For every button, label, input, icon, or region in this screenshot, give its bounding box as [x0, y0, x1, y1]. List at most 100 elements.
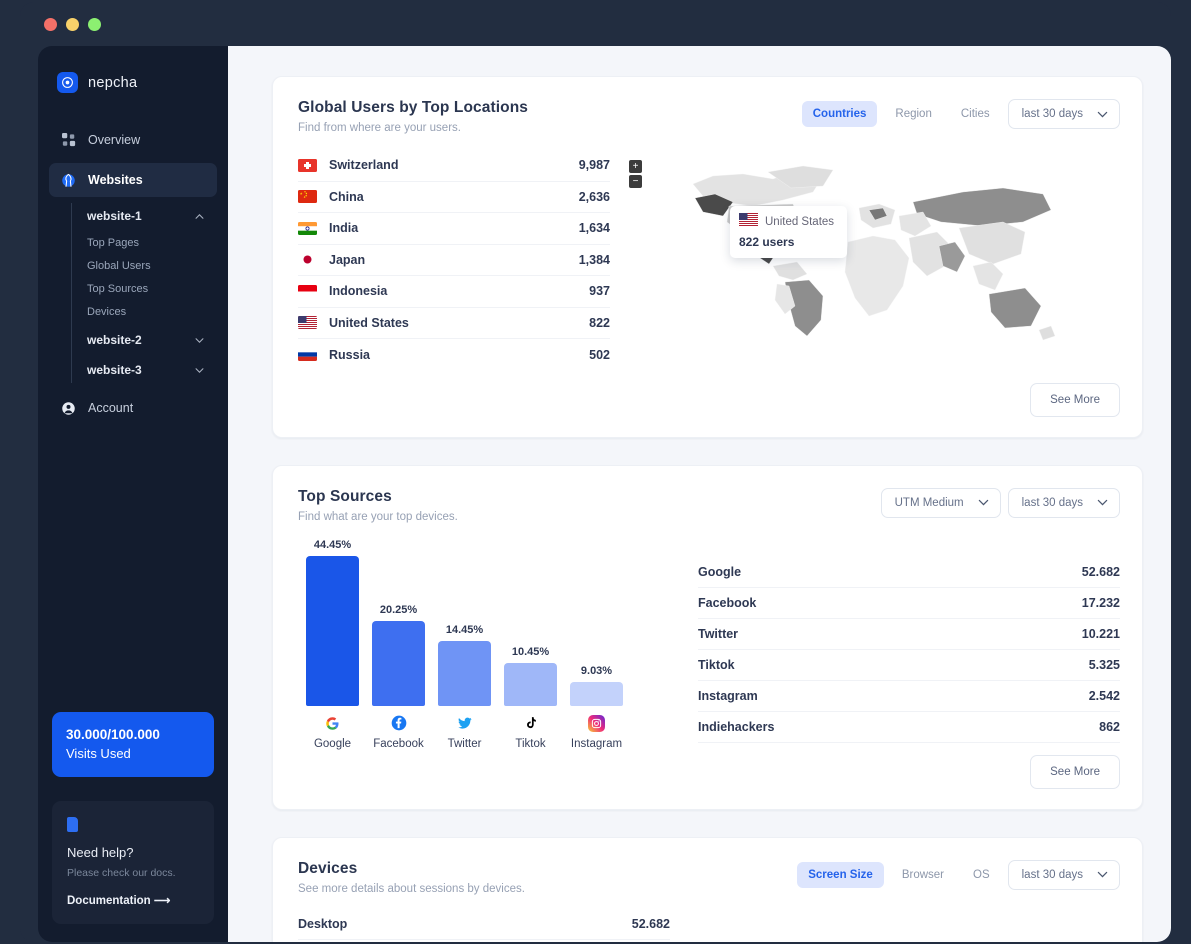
top-sources-header: Top Sources Find what are your top devic… [298, 487, 1120, 523]
utm-medium-select[interactable]: UTM Medium [880, 487, 1001, 518]
map-tooltip-users: 822 users [739, 235, 795, 249]
desktop-background: nepcha Overview Websites website-1 Top P… [0, 0, 1191, 944]
sidebar-site-website-1[interactable]: website-1 [72, 203, 217, 229]
devices-controls: Screen Size Browser OS last 30 days [797, 859, 1120, 890]
sidebar-site-website-2-label: website-2 [87, 333, 142, 347]
sources-see-more-button[interactable]: See More [1030, 754, 1120, 789]
table-row[interactable]: Tiktok 5.325 [698, 650, 1120, 681]
chevron-down-icon [1097, 111, 1108, 117]
bar-column-twitter[interactable]: 14.45% [438, 539, 491, 706]
top-sources-titles: Top Sources Find what are your top devic… [298, 488, 458, 523]
table-row[interactable]: Indonesia 937 [298, 276, 610, 308]
chevron-down-icon [1097, 499, 1108, 506]
source-value: 52.682 [1081, 564, 1120, 579]
bar-label: 14.45% [445, 623, 484, 636]
bar [372, 620, 425, 706]
window-minimize-button[interactable] [66, 17, 79, 31]
global-users-header: Global Users by Top Locations Find from … [298, 99, 1120, 134]
table-row[interactable]: Desktop 52.682 [298, 909, 670, 940]
locations-see-more-button[interactable]: See More [1030, 382, 1120, 417]
bar-column-facebook[interactable]: 20.25% [372, 539, 425, 706]
country-name: Russia [329, 347, 370, 362]
sidebar-site-website-3-label: website-3 [87, 363, 142, 377]
table-row[interactable]: China 2,636 [298, 182, 610, 213]
table-row[interactable]: Twitter 10.221 [698, 619, 1120, 650]
visits-count: 30.000/100.000 [66, 727, 160, 742]
device-name: Desktop [298, 916, 348, 931]
chevron-up-icon [195, 213, 204, 219]
visits-used-card[interactable]: 30.000/100.000 Visits Used [52, 712, 214, 777]
user-circle-icon [61, 401, 76, 416]
top-sources-controls: UTM Medium last 30 days [880, 487, 1120, 518]
sidebar-site-website-2[interactable]: website-2 [72, 327, 217, 353]
app-logo[interactable]: nepcha [38, 60, 228, 93]
source-name: Tiktok [698, 657, 735, 672]
utm-medium-value: UTM Medium [894, 496, 964, 509]
sidebar-item-websites[interactable]: Websites [49, 163, 217, 197]
country-name: United States [329, 315, 409, 330]
legend-item-facebook: Facebook [372, 715, 425, 750]
source-name: Facebook [698, 595, 757, 610]
world-map-svg [692, 165, 1056, 341]
country-name: China [329, 189, 364, 204]
bar-column-instagram[interactable]: 9.03% [570, 539, 623, 706]
help-subtitle: Please check our docs. [67, 867, 176, 879]
window-maximize-button[interactable] [88, 17, 101, 31]
bar-column-google[interactable]: 44.45% [306, 539, 359, 706]
map-tooltip-country: United States [765, 216, 835, 228]
sidebar-sublink-global-users[interactable]: Global Users [72, 254, 217, 277]
app-logo-text: nepcha [88, 74, 138, 91]
bar-label: 10.45% [511, 645, 550, 658]
legend-label: Google [313, 737, 352, 750]
grid-icon [61, 133, 76, 148]
flag-ch [298, 158, 317, 172]
bar-column-tiktok[interactable]: 10.45% [504, 539, 557, 706]
tab-region[interactable]: Region [884, 101, 942, 127]
sidebar-site-website-3[interactable]: website-3 [72, 357, 217, 383]
sidebar-sublink-top-sources[interactable]: Top Sources [72, 277, 217, 300]
tab-browser[interactable]: Browser [891, 862, 955, 888]
bar-label: 20.25% [379, 603, 418, 616]
tab-os[interactable]: OS [962, 862, 1001, 888]
tab-cities[interactable]: Cities [950, 101, 1001, 127]
table-row[interactable]: Japan 1,384 [298, 245, 610, 276]
table-row[interactable]: Russia 502 [298, 339, 610, 371]
table-row[interactable]: Facebook 17.232 [698, 588, 1120, 619]
documentation-link[interactable]: Documentation ⟶ [67, 893, 199, 907]
map-zoom-out-button[interactable]: − [629, 175, 642, 188]
table-row[interactable]: Switzerland 9,987 [298, 150, 610, 182]
world-map[interactable]: + − United States 822 users [626, 154, 1120, 354]
table-row[interactable]: Instagram 2.542 [698, 681, 1120, 712]
devices-date-range-select[interactable]: last 30 days [1007, 859, 1120, 890]
sources-date-range-select[interactable]: last 30 days [1007, 487, 1120, 518]
sidebar-sublink-devices[interactable]: Devices [72, 300, 217, 323]
sidebar-item-overview[interactable]: Overview [49, 123, 217, 157]
tab-countries[interactable]: Countries [801, 101, 878, 127]
table-row[interactable]: Google 52.682 [698, 557, 1120, 588]
sidebar-sublink-top-pages[interactable]: Top Pages [72, 231, 217, 254]
table-row[interactable]: Indiehackers 862 [698, 712, 1120, 743]
devices-list: Desktop 52.682 Mobile 17.232 Tablet 10.2… [298, 909, 670, 943]
google-icon [324, 715, 341, 732]
instagram-icon [588, 714, 605, 732]
map-zoom-in-button[interactable]: + [629, 160, 642, 173]
table-row[interactable]: India 1,634 [298, 213, 610, 245]
table-row[interactable]: United States 822 [298, 308, 610, 339]
window-close-button[interactable] [44, 17, 57, 31]
globe-icon [61, 173, 76, 188]
flag-us [739, 213, 758, 231]
locations-date-range-select[interactable]: last 30 days [1007, 99, 1120, 129]
source-value: 862 [1099, 719, 1120, 734]
flag-ru [298, 348, 317, 362]
devices-card: Devices See more details about sessions … [272, 836, 1143, 943]
country-list: Switzerland 9,987 China 2,636 India 1,63… [298, 150, 610, 371]
source-name: Instagram [698, 688, 758, 703]
devices-subtitle: See more details about sessions by devic… [298, 882, 525, 895]
tab-screen-size[interactable]: Screen Size [797, 861, 884, 888]
sidebar-item-account[interactable]: Account [49, 391, 217, 425]
bar-chart-legend: Google Facebook Twitter Tiktok Instagram [306, 714, 688, 750]
sidebar-sublink-top-sources-label: Top Sources [87, 282, 149, 295]
locations-footer: See More [298, 382, 1120, 417]
table-row[interactable]: Mobile 17.232 [298, 940, 670, 942]
global-users-subtitle: Find from where are your users. [298, 122, 461, 134]
